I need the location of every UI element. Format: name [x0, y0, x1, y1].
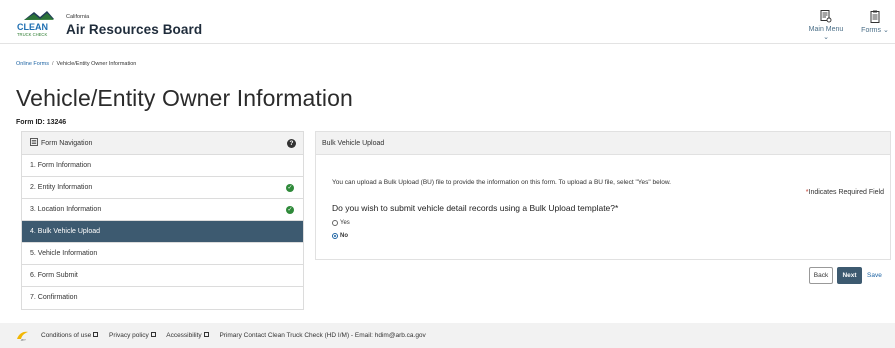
- nav-item-confirmation[interactable]: 7. Confirmation: [22, 287, 303, 309]
- bulk-upload-intro: You can upload a Bulk Upload (BU) file t…: [332, 179, 671, 186]
- conditions-label: Conditions of use: [41, 332, 92, 339]
- footer-link-privacy[interactable]: Privacy policy: [109, 332, 156, 339]
- svg-text:TRUCK CHECK: TRUCK CHECK: [17, 32, 47, 37]
- main-menu-label: Main Menu: [808, 26, 844, 33]
- nav-item-label: 4. Bulk Vehicle Upload: [30, 228, 101, 235]
- save-link[interactable]: Save: [867, 272, 882, 279]
- bulk-vehicle-upload-panel: Bulk Vehicle Upload You can upload a Bul…: [315, 131, 891, 260]
- privacy-label: Privacy policy: [109, 332, 149, 339]
- svg-text:CLEAN: CLEAN: [17, 22, 48, 32]
- nav-item-bulk-vehicle-upload[interactable]: 4. Bulk Vehicle Upload: [22, 221, 303, 243]
- bulk-vehicle-upload-title: Bulk Vehicle Upload: [316, 132, 890, 155]
- external-link-icon: [93, 332, 99, 337]
- back-button[interactable]: Back: [809, 267, 833, 284]
- footer-link-conditions[interactable]: Conditions of use: [41, 332, 99, 339]
- menu-document-icon: [820, 10, 832, 23]
- ca-gov-logo-icon[interactable]: .gov: [16, 330, 29, 341]
- form-navigation: Form Navigation ? 1. Form Information 2.…: [21, 131, 304, 310]
- nav-item-label: 1. Form Information: [30, 162, 92, 169]
- org-name[interactable]: Air Resources Board: [66, 22, 202, 37]
- external-link-icon: [203, 332, 209, 337]
- chevron-down-icon: ⌄: [823, 34, 829, 41]
- nav-item-label: 5. Vehicle Information: [30, 250, 98, 257]
- nav-item-vehicle-information[interactable]: 5. Vehicle Information: [22, 243, 303, 265]
- forms-button[interactable]: Forms ⌄: [858, 10, 892, 34]
- next-button[interactable]: Next: [837, 267, 862, 284]
- footer-contact[interactable]: Primary Contact Clean Truck Check (HD I/…: [219, 332, 425, 339]
- chevron-down-icon: ⌄: [881, 27, 889, 34]
- form-navigation-title: Form Navigation: [41, 140, 93, 147]
- nav-item-label: 7. Confirmation: [30, 294, 78, 301]
- breadcrumb-current: Vehicle/Entity Owner Information: [56, 61, 137, 67]
- site-header: CLEAN TRUCK CHECK California Air Resourc…: [0, 0, 895, 44]
- footer-link-accessibility[interactable]: Accessibility: [166, 332, 209, 339]
- org-state: California: [66, 14, 90, 20]
- check-circle-icon: ✓: [286, 184, 294, 192]
- help-icon[interactable]: ?: [287, 139, 296, 148]
- nav-item-form-submit[interactable]: 6. Form Submit: [22, 265, 303, 287]
- form-id: Form ID: 13246: [16, 119, 67, 126]
- check-circle-icon: ✓: [286, 206, 294, 214]
- list-icon: [30, 138, 38, 146]
- radio-option-yes[interactable]: Yes: [332, 220, 350, 226]
- nav-item-label: 6. Form Submit: [30, 272, 78, 279]
- nav-item-entity-information[interactable]: 2. Entity Information ✓: [22, 177, 303, 199]
- page-title: Vehicle/Entity Owner Information: [16, 85, 353, 111]
- external-link-icon: [150, 332, 156, 337]
- bulk-upload-question: Do you wish to submit vehicle detail rec…: [332, 203, 619, 213]
- required-field-note: *Indicates Required Field: [806, 189, 884, 196]
- svg-text:.gov: .gov: [20, 338, 26, 342]
- main-menu-button[interactable]: Main Menu ⌄: [806, 10, 846, 41]
- form-navigation-header: Form Navigation ?: [22, 132, 303, 155]
- forms-label: Forms: [861, 27, 882, 34]
- forms-clipboard-icon: [870, 10, 880, 23]
- accessibility-label: Accessibility: [166, 332, 202, 339]
- radio-yes[interactable]: [332, 220, 338, 226]
- radio-option-no[interactable]: No: [332, 233, 348, 239]
- nav-item-label: 3. Location Information: [30, 206, 102, 213]
- site-footer: .gov Conditions of use Privacy policy Ac…: [0, 323, 895, 348]
- nav-item-label: 2. Entity Information: [30, 184, 93, 191]
- nav-item-form-information[interactable]: 1. Form Information: [22, 155, 303, 177]
- radio-yes-label: Yes: [340, 220, 350, 226]
- nav-item-location-information[interactable]: 3. Location Information ✓: [22, 199, 303, 221]
- breadcrumb-separator: /: [52, 61, 54, 67]
- radio-no-label: No: [340, 233, 348, 239]
- breadcrumb: Online Forms / Vehicle/Entity Owner Inform…: [16, 61, 136, 67]
- radio-no[interactable]: [332, 233, 338, 239]
- breadcrumb-online-forms[interactable]: Online Forms: [16, 61, 49, 67]
- footer-links: Conditions of use Privacy policy Accessi…: [41, 332, 426, 339]
- required-field-text: Indicates Required Field: [808, 189, 885, 196]
- clean-truck-check-logo[interactable]: CLEAN TRUCK CHECK: [16, 9, 60, 37]
